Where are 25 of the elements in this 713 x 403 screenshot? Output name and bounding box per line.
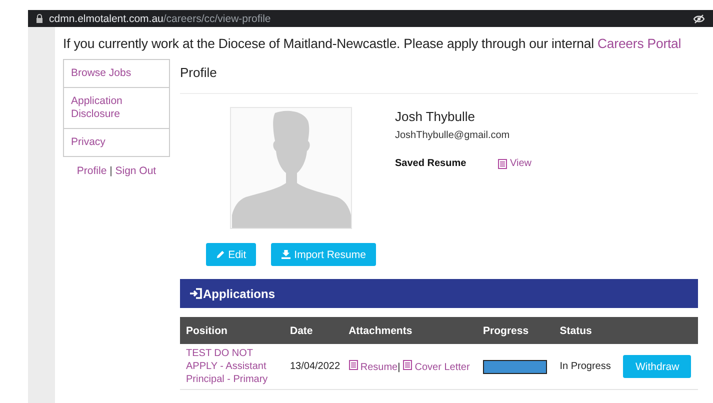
applications-title: Applications bbox=[203, 286, 276, 300]
separator-text: | bbox=[110, 165, 112, 177]
sidebar-item[interactable]: Privacy bbox=[64, 129, 169, 156]
attachment-link[interactable]: Cover Letter bbox=[414, 362, 470, 373]
separator-text: | bbox=[398, 362, 400, 373]
view-link[interactable]: View bbox=[510, 158, 532, 169]
profile-link[interactable]: Profile bbox=[76, 165, 107, 177]
sidebar-item[interactable]: Browse Jobs bbox=[64, 60, 169, 88]
page-heading: Profile bbox=[180, 65, 698, 94]
user-name: Josh Thybulle bbox=[395, 109, 476, 124]
column-header: Progress bbox=[477, 317, 554, 344]
column-header: Position bbox=[180, 317, 288, 344]
column-header: Date bbox=[288, 317, 343, 344]
user-email: JoshThybulle@gmail.com bbox=[395, 130, 511, 141]
status-text: In Progress bbox=[560, 361, 611, 372]
sign-out-link[interactable]: Sign Out bbox=[115, 165, 156, 177]
careers-portal-link[interactable]: Careers Portal bbox=[598, 36, 682, 51]
sidebar-item[interactable]: Application Disclosure bbox=[64, 88, 169, 129]
position-link[interactable]: TEST DO NOT APPLY - Assistant Principal - Primary bbox=[186, 347, 282, 386]
attachment-link[interactable]: Resume bbox=[360, 362, 398, 373]
banner-text: If you currently work at the Diocese of Maitland-Newcastle. Please apply through our internal Careers Portal bbox=[63, 36, 682, 51]
date-text: 13/04/2022 bbox=[290, 361, 340, 372]
column-header: Attachments bbox=[342, 317, 478, 344]
saved-resume-label: Saved Resume bbox=[395, 158, 468, 169]
column-header: Status bbox=[554, 317, 618, 344]
